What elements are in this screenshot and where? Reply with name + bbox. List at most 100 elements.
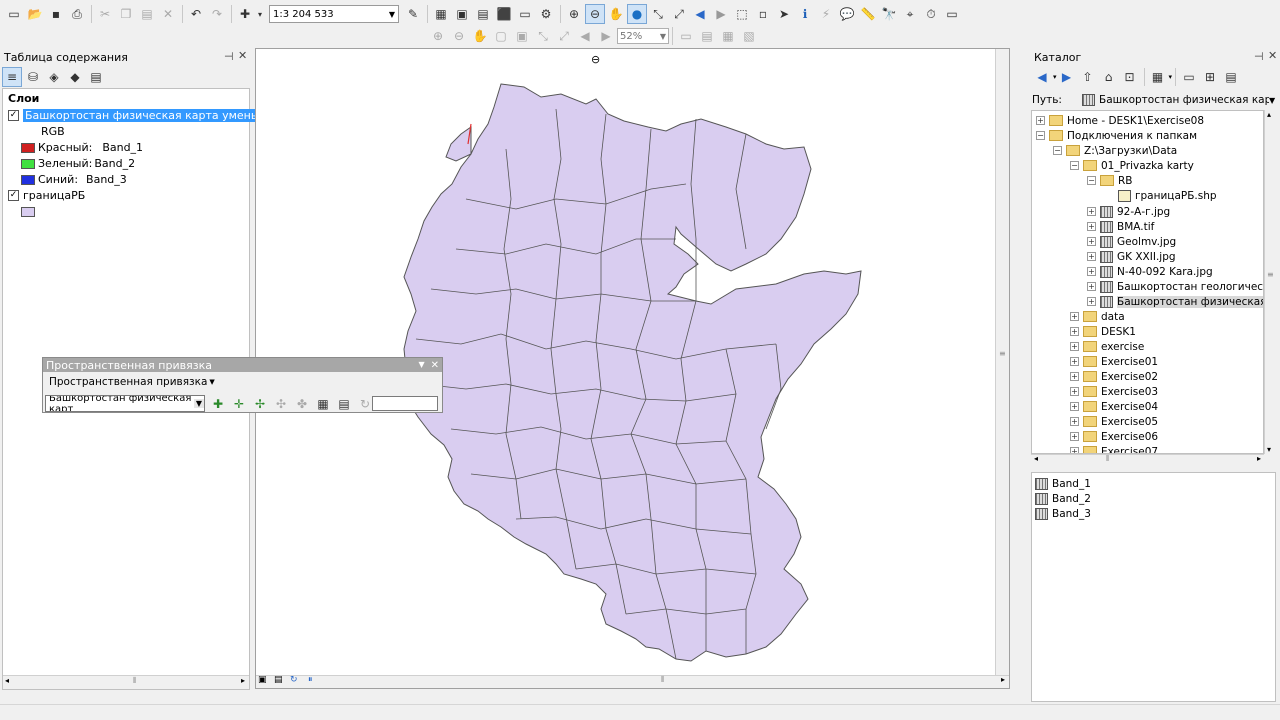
- pause-drawing-icon[interactable]: ⏸: [308, 675, 313, 685]
- georef-layer-select[interactable]: Башкортостан физическая карт ▼: [45, 395, 205, 412]
- viewer-icon[interactable]: ▤: [334, 394, 354, 414]
- scroll-right-icon[interactable]: ▸: [1001, 675, 1005, 684]
- vector-swatch[interactable]: [21, 206, 35, 217]
- layout-zoom-in-icon[interactable]: ⊕: [428, 26, 448, 46]
- map-vertical-scrollbar[interactable]: ≡: [995, 49, 1009, 675]
- scroll-down-icon[interactable]: ▾: [1267, 445, 1271, 454]
- scroll-thumb[interactable]: ⦀: [1106, 454, 1110, 464]
- catalog-options-icon[interactable]: ▤: [1221, 67, 1241, 87]
- georef-menu[interactable]: Пространственная привязка ▼: [49, 376, 215, 388]
- add-control-points-icon[interactable]: ✚: [208, 394, 228, 414]
- list-by-selection-icon[interactable]: ◆: [65, 67, 85, 87]
- python-window-icon[interactable]: ▭: [515, 4, 535, 24]
- vector-layer-name[interactable]: границаРБ: [23, 189, 85, 202]
- expand-icon[interactable]: +: [1087, 222, 1096, 231]
- cut-icon[interactable]: ✂: [95, 4, 115, 24]
- search-window-icon[interactable]: ▤: [473, 4, 493, 24]
- add-data-icon[interactable]: ✚: [235, 4, 255, 24]
- tree-node-z-data[interactable]: − Z:\Загрузки\Data: [1053, 143, 1177, 158]
- tree-node-file[interactable]: + N-40-092 Kara.jpg: [1087, 264, 1213, 279]
- raster-layer-row[interactable]: ✓ Башкортостан физическая карта уменьш.j…: [8, 108, 290, 123]
- redo-icon[interactable]: ↷: [207, 4, 227, 24]
- forward-icon[interactable]: ▶: [711, 4, 731, 24]
- expand-icon[interactable]: +: [1070, 432, 1079, 441]
- close-icon[interactable]: ✕: [238, 49, 247, 62]
- map-scale-combo[interactable]: 1:3 204 533 ▼: [269, 5, 399, 23]
- html-popup-icon[interactable]: 💬: [837, 4, 857, 24]
- time-slider-icon[interactable]: ⏱: [921, 4, 941, 24]
- catalog-tree-icon[interactable]: ⊞: [1200, 67, 1220, 87]
- measure-icon[interactable]: 📏: [858, 4, 878, 24]
- scroll-right-icon[interactable]: ▸: [1257, 454, 1261, 463]
- refresh-icon[interactable]: ↻: [290, 675, 298, 685]
- chevron-down-icon[interactable]: ▾: [1169, 73, 1173, 81]
- fixed-zoom-in-icon[interactable]: ⤡: [648, 4, 668, 24]
- layout-view-icon[interactable]: ▤: [274, 675, 283, 685]
- expand-icon[interactable]: +: [1036, 116, 1045, 125]
- tree-node-folder[interactable]: + exercise: [1070, 339, 1144, 354]
- toggle-draft-mode-icon[interactable]: ▭: [676, 26, 696, 46]
- list-by-drawing-order-icon[interactable]: ≡: [2, 67, 22, 87]
- collapse-icon[interactable]: −: [1070, 161, 1079, 170]
- layout-zoom-combo[interactable]: 52% ▼: [617, 28, 669, 44]
- catalog-horizontal-scrollbar[interactable]: ◂ ⦀ ▸: [1031, 454, 1264, 467]
- tree-node-folder[interactable]: + DESK1: [1070, 324, 1136, 339]
- catalog-window-icon[interactable]: ▣: [452, 4, 472, 24]
- paste-icon[interactable]: ▤: [137, 4, 157, 24]
- tree-node-folder[interactable]: + Exercise07: [1070, 444, 1158, 453]
- back-icon[interactable]: ◀: [1032, 67, 1052, 87]
- auto-registration-icon[interactable]: ✛: [229, 394, 249, 414]
- layout-fixed-zoom-out-icon[interactable]: ⤢: [554, 26, 574, 46]
- layout-back-icon[interactable]: ◀: [575, 26, 595, 46]
- list-by-source-icon[interactable]: ⛁: [23, 67, 43, 87]
- open-icon[interactable]: 📂: [25, 4, 45, 24]
- data-driven-pages-icon[interactable]: ▧: [739, 26, 759, 46]
- band-green-row[interactable]: Зеленый: Band_2: [21, 156, 135, 171]
- path-value[interactable]: Башкортостан физическая карта ум: [1099, 94, 1269, 106]
- view-link-table-icon[interactable]: ▦: [313, 394, 333, 414]
- rotation-input[interactable]: [372, 396, 438, 411]
- zoom-100-icon[interactable]: ▣: [512, 26, 532, 46]
- vector-symbol-row[interactable]: [21, 204, 38, 219]
- zoom-to-selected-link-icon[interactable]: ✣: [271, 394, 291, 414]
- delete-icon[interactable]: ✕: [158, 4, 178, 24]
- delete-link-icon[interactable]: ✤: [292, 394, 312, 414]
- collapse-icon[interactable]: −: [1036, 131, 1045, 140]
- select-link-icon[interactable]: ✢: [250, 394, 270, 414]
- scroll-thumb[interactable]: ⦀: [661, 675, 665, 685]
- list-by-visibility-icon[interactable]: ◈: [44, 67, 64, 87]
- change-layout-icon[interactable]: ▦: [718, 26, 738, 46]
- layout-zoom-out-icon[interactable]: ⊖: [449, 26, 469, 46]
- tree-node-home[interactable]: + Home - DESK1\Exercise08: [1036, 113, 1204, 128]
- raster-layer-checkbox[interactable]: ✓: [8, 110, 19, 121]
- data-view-icon[interactable]: ▣: [258, 675, 267, 685]
- tree-node-file[interactable]: + Geolmv.jpg: [1087, 234, 1176, 249]
- expand-icon[interactable]: +: [1070, 402, 1079, 411]
- back-icon[interactable]: ◀: [690, 4, 710, 24]
- layout-pan-icon[interactable]: ✋: [470, 26, 490, 46]
- go-to-xy-icon[interactable]: ⌖: [900, 4, 920, 24]
- layers-header[interactable]: Слои: [8, 91, 39, 106]
- zoom-out-icon[interactable]: ⊖: [585, 4, 605, 24]
- map-horizontal-scrollbar[interactable]: ▣ ▤ ↻ ⏸ ⦀ ▸: [256, 675, 1009, 688]
- tree-node-file[interactable]: + BMA.tif: [1087, 219, 1154, 234]
- tree-node-folder-connections[interactable]: − Подключения к папкам: [1036, 128, 1197, 143]
- collapse-icon[interactable]: −: [1087, 176, 1096, 185]
- tree-node-file[interactable]: + Башкортостан геологическа: [1087, 279, 1263, 294]
- select-features-icon[interactable]: ⬚: [732, 4, 752, 24]
- tree-node-folder[interactable]: + Exercise06: [1070, 429, 1158, 444]
- model-builder-icon[interactable]: ⚙: [536, 4, 556, 24]
- band-red-row[interactable]: Красный: Band_1: [21, 140, 143, 155]
- band-blue-row[interactable]: Синий: Band_3: [21, 172, 127, 187]
- tree-node-folder[interactable]: + Exercise04: [1070, 399, 1158, 414]
- tree-node-shp[interactable]: границаРБ.shp: [1118, 188, 1217, 203]
- tree-node-folder[interactable]: + data: [1070, 309, 1125, 324]
- contents-item[interactable]: Band_3: [1035, 506, 1091, 521]
- georef-title-bar[interactable]: Пространственная привязка ▼ ✕: [43, 358, 442, 372]
- expand-icon[interactable]: +: [1070, 327, 1079, 336]
- chevron-down-icon[interactable]: ▾: [256, 4, 264, 24]
- copy-icon[interactable]: ❐: [116, 4, 136, 24]
- tree-node-file-selected[interactable]: + Башкортостан физическая к: [1087, 294, 1263, 309]
- zoom-in-icon[interactable]: ⊕: [564, 4, 584, 24]
- zoom-whole-page-icon[interactable]: ▢: [491, 26, 511, 46]
